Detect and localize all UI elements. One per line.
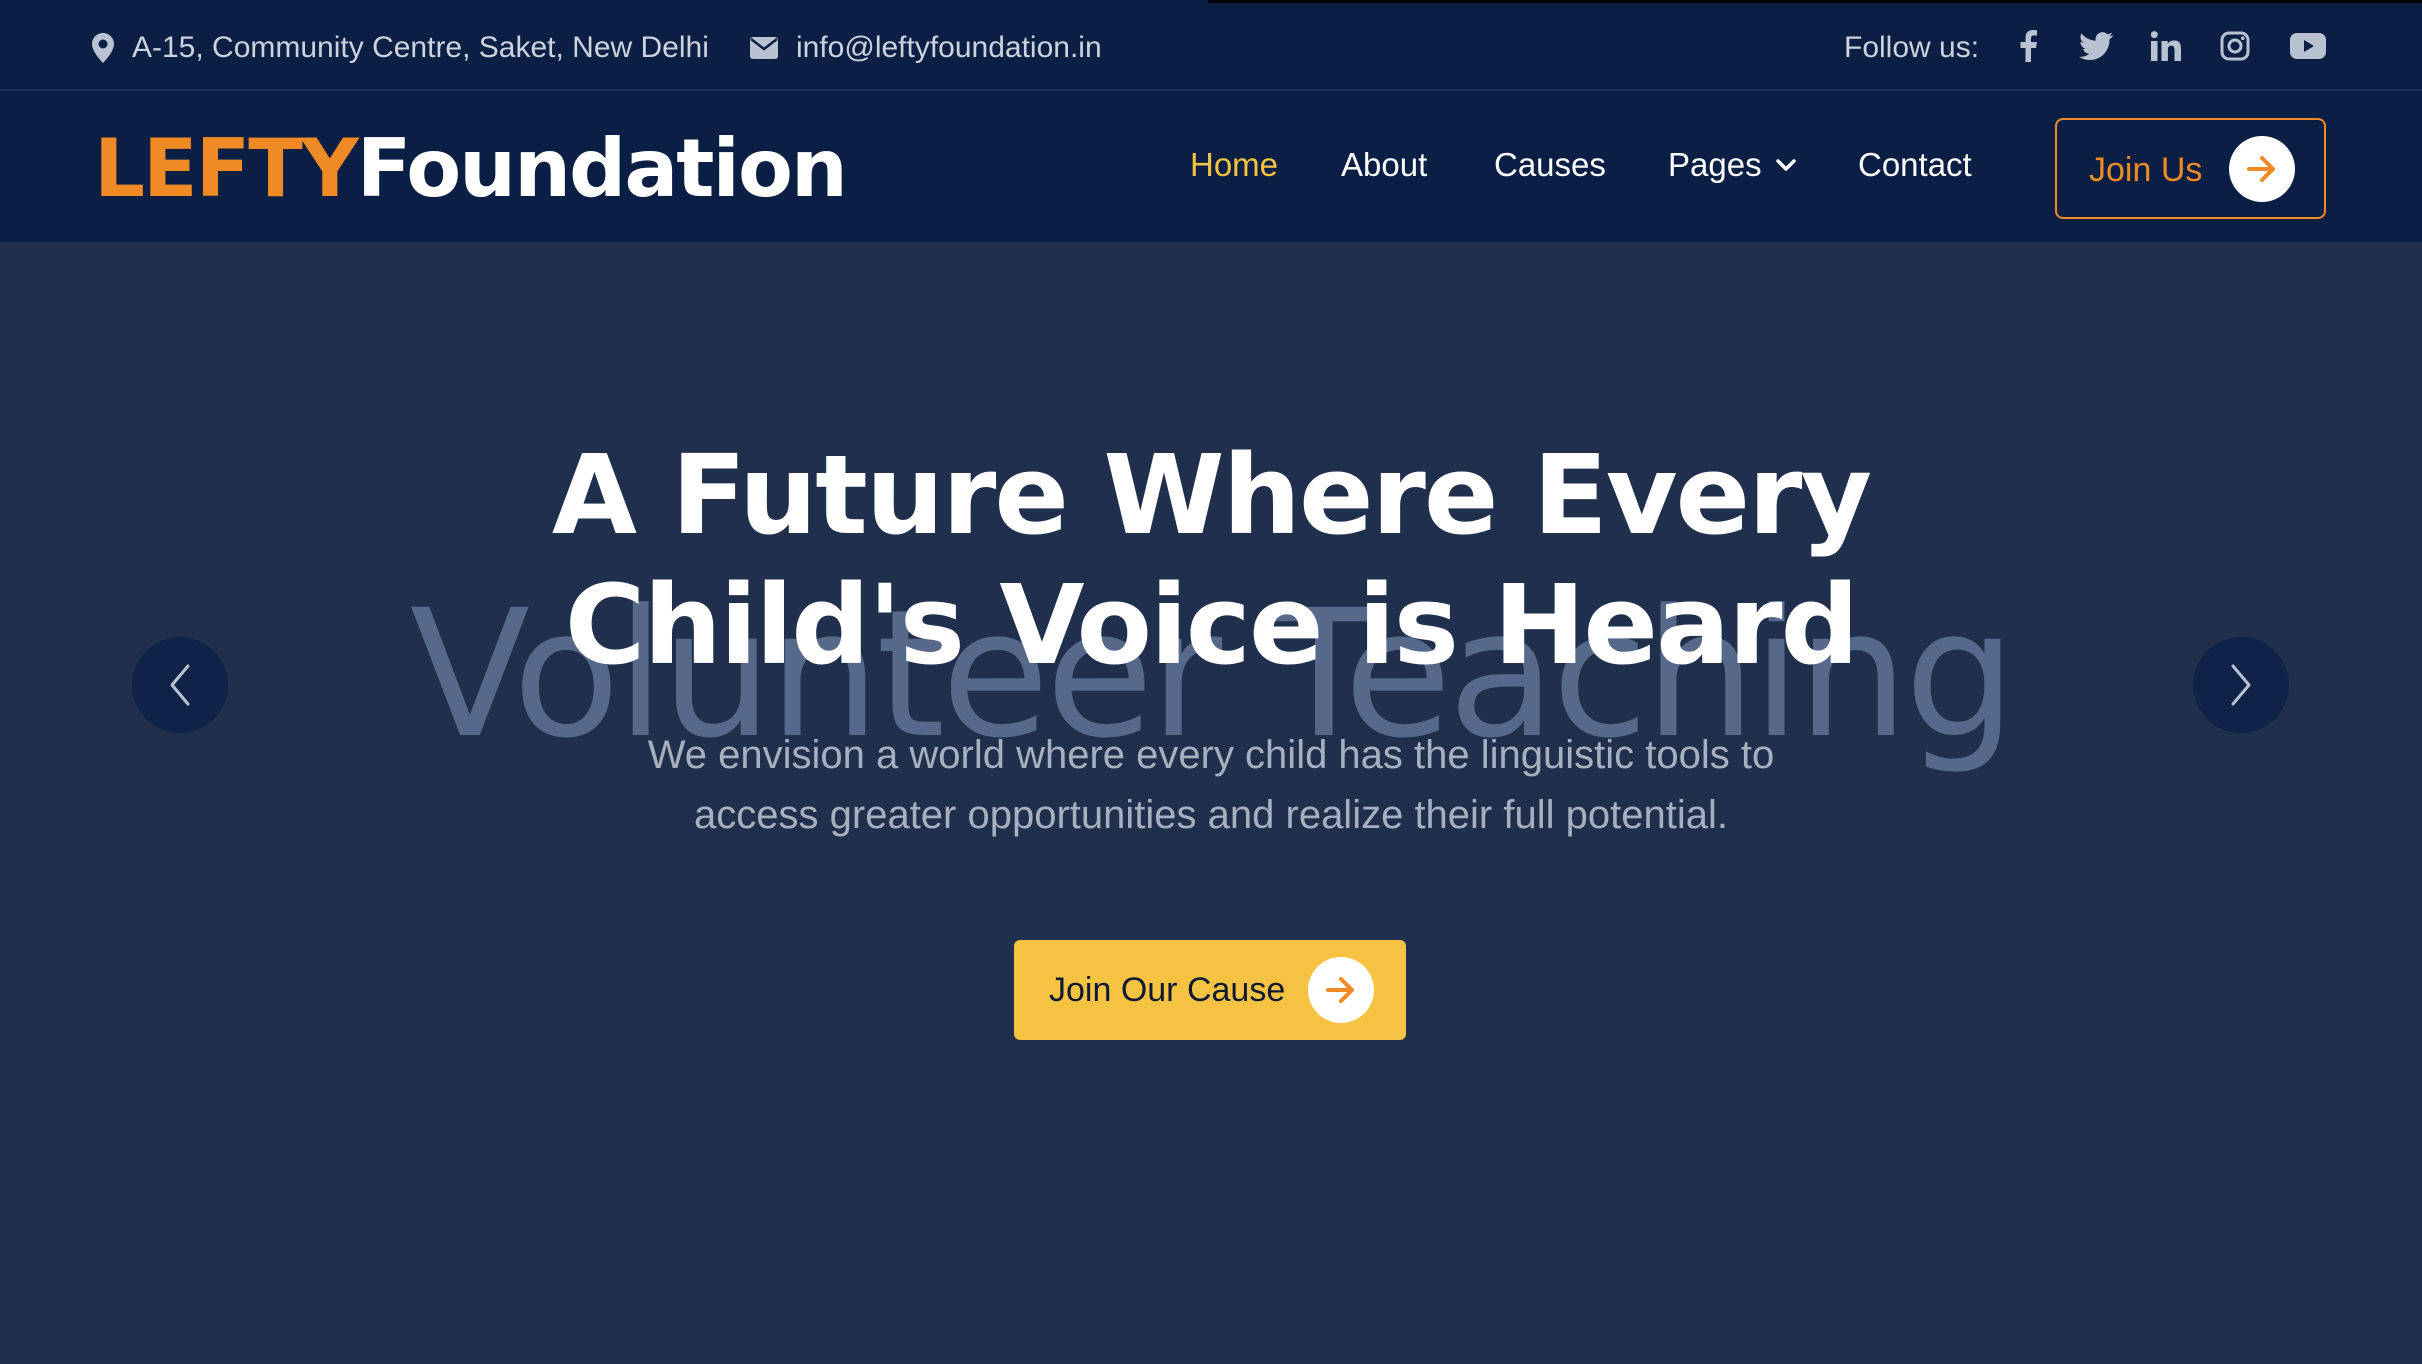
instagram-icon[interactable] (2215, 26, 2255, 66)
hero-headline-line2: Child's Voice is Heard (564, 561, 1860, 689)
linkedin-icon[interactable] (2146, 26, 2186, 66)
nav-about[interactable]: About (1341, 145, 1427, 185)
join-our-cause-button[interactable]: Join Our Cause (1014, 940, 1406, 1040)
nav-pages-label: Pages (1668, 146, 1762, 183)
join-us-label: Join Us (2089, 151, 2203, 189)
join-us-button[interactable]: Join Us (2055, 118, 2326, 219)
top-strip (1208, 0, 2422, 3)
hero-headline-line1: A Future Where Every (551, 431, 1872, 559)
join-our-cause-label: Join Our Cause (1049, 971, 1286, 1009)
hero-carousel: Volunteer Teaching A Future Where Every … (0, 242, 2422, 1364)
youtube-icon[interactable] (2288, 26, 2328, 66)
nav-pages-dropdown[interactable]: Pages (1668, 145, 1796, 185)
follow-label: Follow us: (1844, 31, 1980, 64)
nav-causes[interactable]: Causes (1494, 145, 1606, 185)
main-navbar: LEFTYFoundation Home About Causes Pages … (0, 91, 2422, 242)
hero-subtitle: We envision a world where every child ha… (511, 725, 1911, 845)
chevron-right-icon (2231, 664, 2251, 706)
arrow-right-icon (2229, 136, 2295, 202)
twitter-icon[interactable] (2076, 26, 2116, 66)
hero-headline: A Future Where Every Child's Voice is He… (411, 430, 2011, 690)
hero-subtitle-line1: We envision a world where every child ha… (647, 733, 1775, 777)
arrow-right-icon (1308, 957, 1374, 1023)
chevron-down-icon (1775, 159, 1796, 171)
hero-subtitle-line2: access greater opportunities and realize… (694, 793, 1728, 837)
nav-home[interactable]: Home (1190, 145, 1278, 185)
map-pin-icon (92, 33, 114, 63)
email-info[interactable]: info@leftyfoundation.in (750, 28, 1102, 68)
carousel-prev-button[interactable] (132, 637, 228, 733)
brand-logo-lefty: LEFTY (94, 122, 359, 215)
chevron-left-icon (170, 664, 190, 706)
carousel-next-button[interactable] (2193, 637, 2289, 733)
address-text: A-15, Community Centre, Saket, New Delhi (132, 31, 709, 64)
envelope-icon (750, 37, 778, 59)
email-text[interactable]: info@leftyfoundation.in (796, 31, 1102, 65)
facebook-icon[interactable] (2008, 26, 2048, 66)
nav-contact[interactable]: Contact (1858, 145, 1972, 185)
address-info: A-15, Community Centre, Saket, New Delhi (92, 28, 709, 68)
brand-logo-foundation: Foundation (356, 122, 848, 215)
brand-logo[interactable]: LEFTYFoundation (94, 121, 848, 217)
top-bar: A-15, Community Centre, Saket, New Delhi… (0, 0, 2422, 90)
